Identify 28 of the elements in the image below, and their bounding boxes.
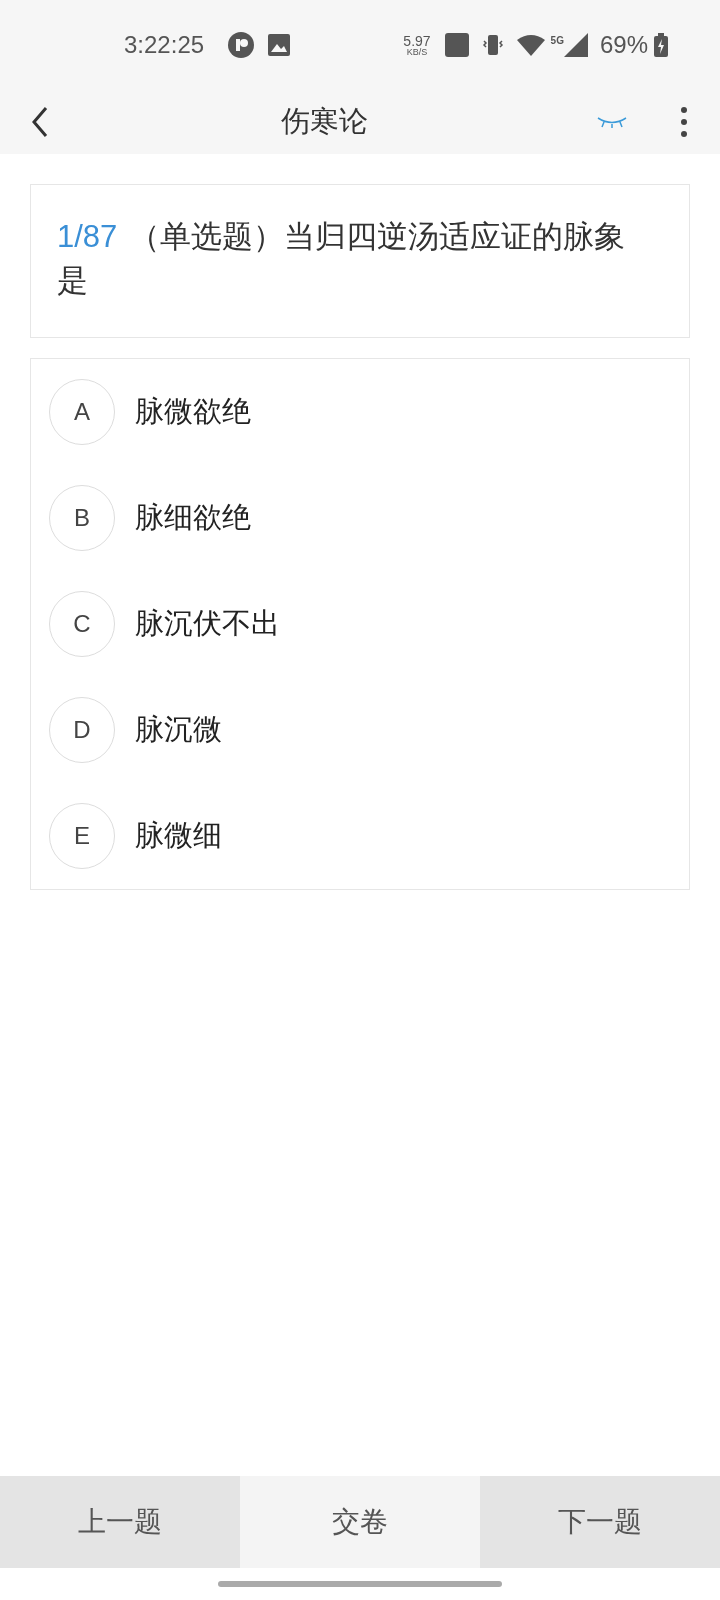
network-speed: 5.97 <box>403 33 431 48</box>
battery-percent: 69% <box>599 30 648 60</box>
answer-option[interactable]: A 脉微欲绝 <box>31 359 689 465</box>
answer-option[interactable]: D 脉沉微 <box>31 677 689 783</box>
answer-option[interactable]: E 脉微细 <box>31 783 689 889</box>
navigation-button[interactable]: 上一题 <box>0 1476 240 1568</box>
option-text: 脉沉伏不出 <box>135 606 280 642</box>
network-type: 5G <box>550 34 564 48</box>
wifi-icon <box>516 34 545 56</box>
submit-button[interactable]: 交卷 <box>240 1476 480 1568</box>
battery-charging-icon <box>654 33 668 57</box>
option-text: 脉细欲绝 <box>135 500 251 536</box>
status-time: 3:22:25 <box>124 30 205 60</box>
image-icon <box>268 34 291 56</box>
question-text: 1/87 （单选题）当归四逆汤适应证的脉象是 <box>57 218 627 300</box>
app-icon <box>228 32 255 58</box>
back-icon[interactable] <box>30 106 50 138</box>
eye-closed-icon[interactable] <box>596 115 628 129</box>
signal-icon <box>563 33 588 57</box>
answer-option[interactable]: B 脉细欲绝 <box>31 465 689 571</box>
option-text: 脉微细 <box>135 818 222 854</box>
vibrate-icon <box>480 33 505 57</box>
network-speed-unit: KB/S <box>406 47 428 57</box>
page-title: 伤寒论 <box>280 104 368 140</box>
navigation-button[interactable]: 下一题 <box>480 1476 720 1568</box>
option-text: 脉沉微 <box>135 712 222 748</box>
option-text: 脉微欲绝 <box>135 394 251 430</box>
answer-option[interactable]: C 脉沉伏不出 <box>31 571 689 677</box>
